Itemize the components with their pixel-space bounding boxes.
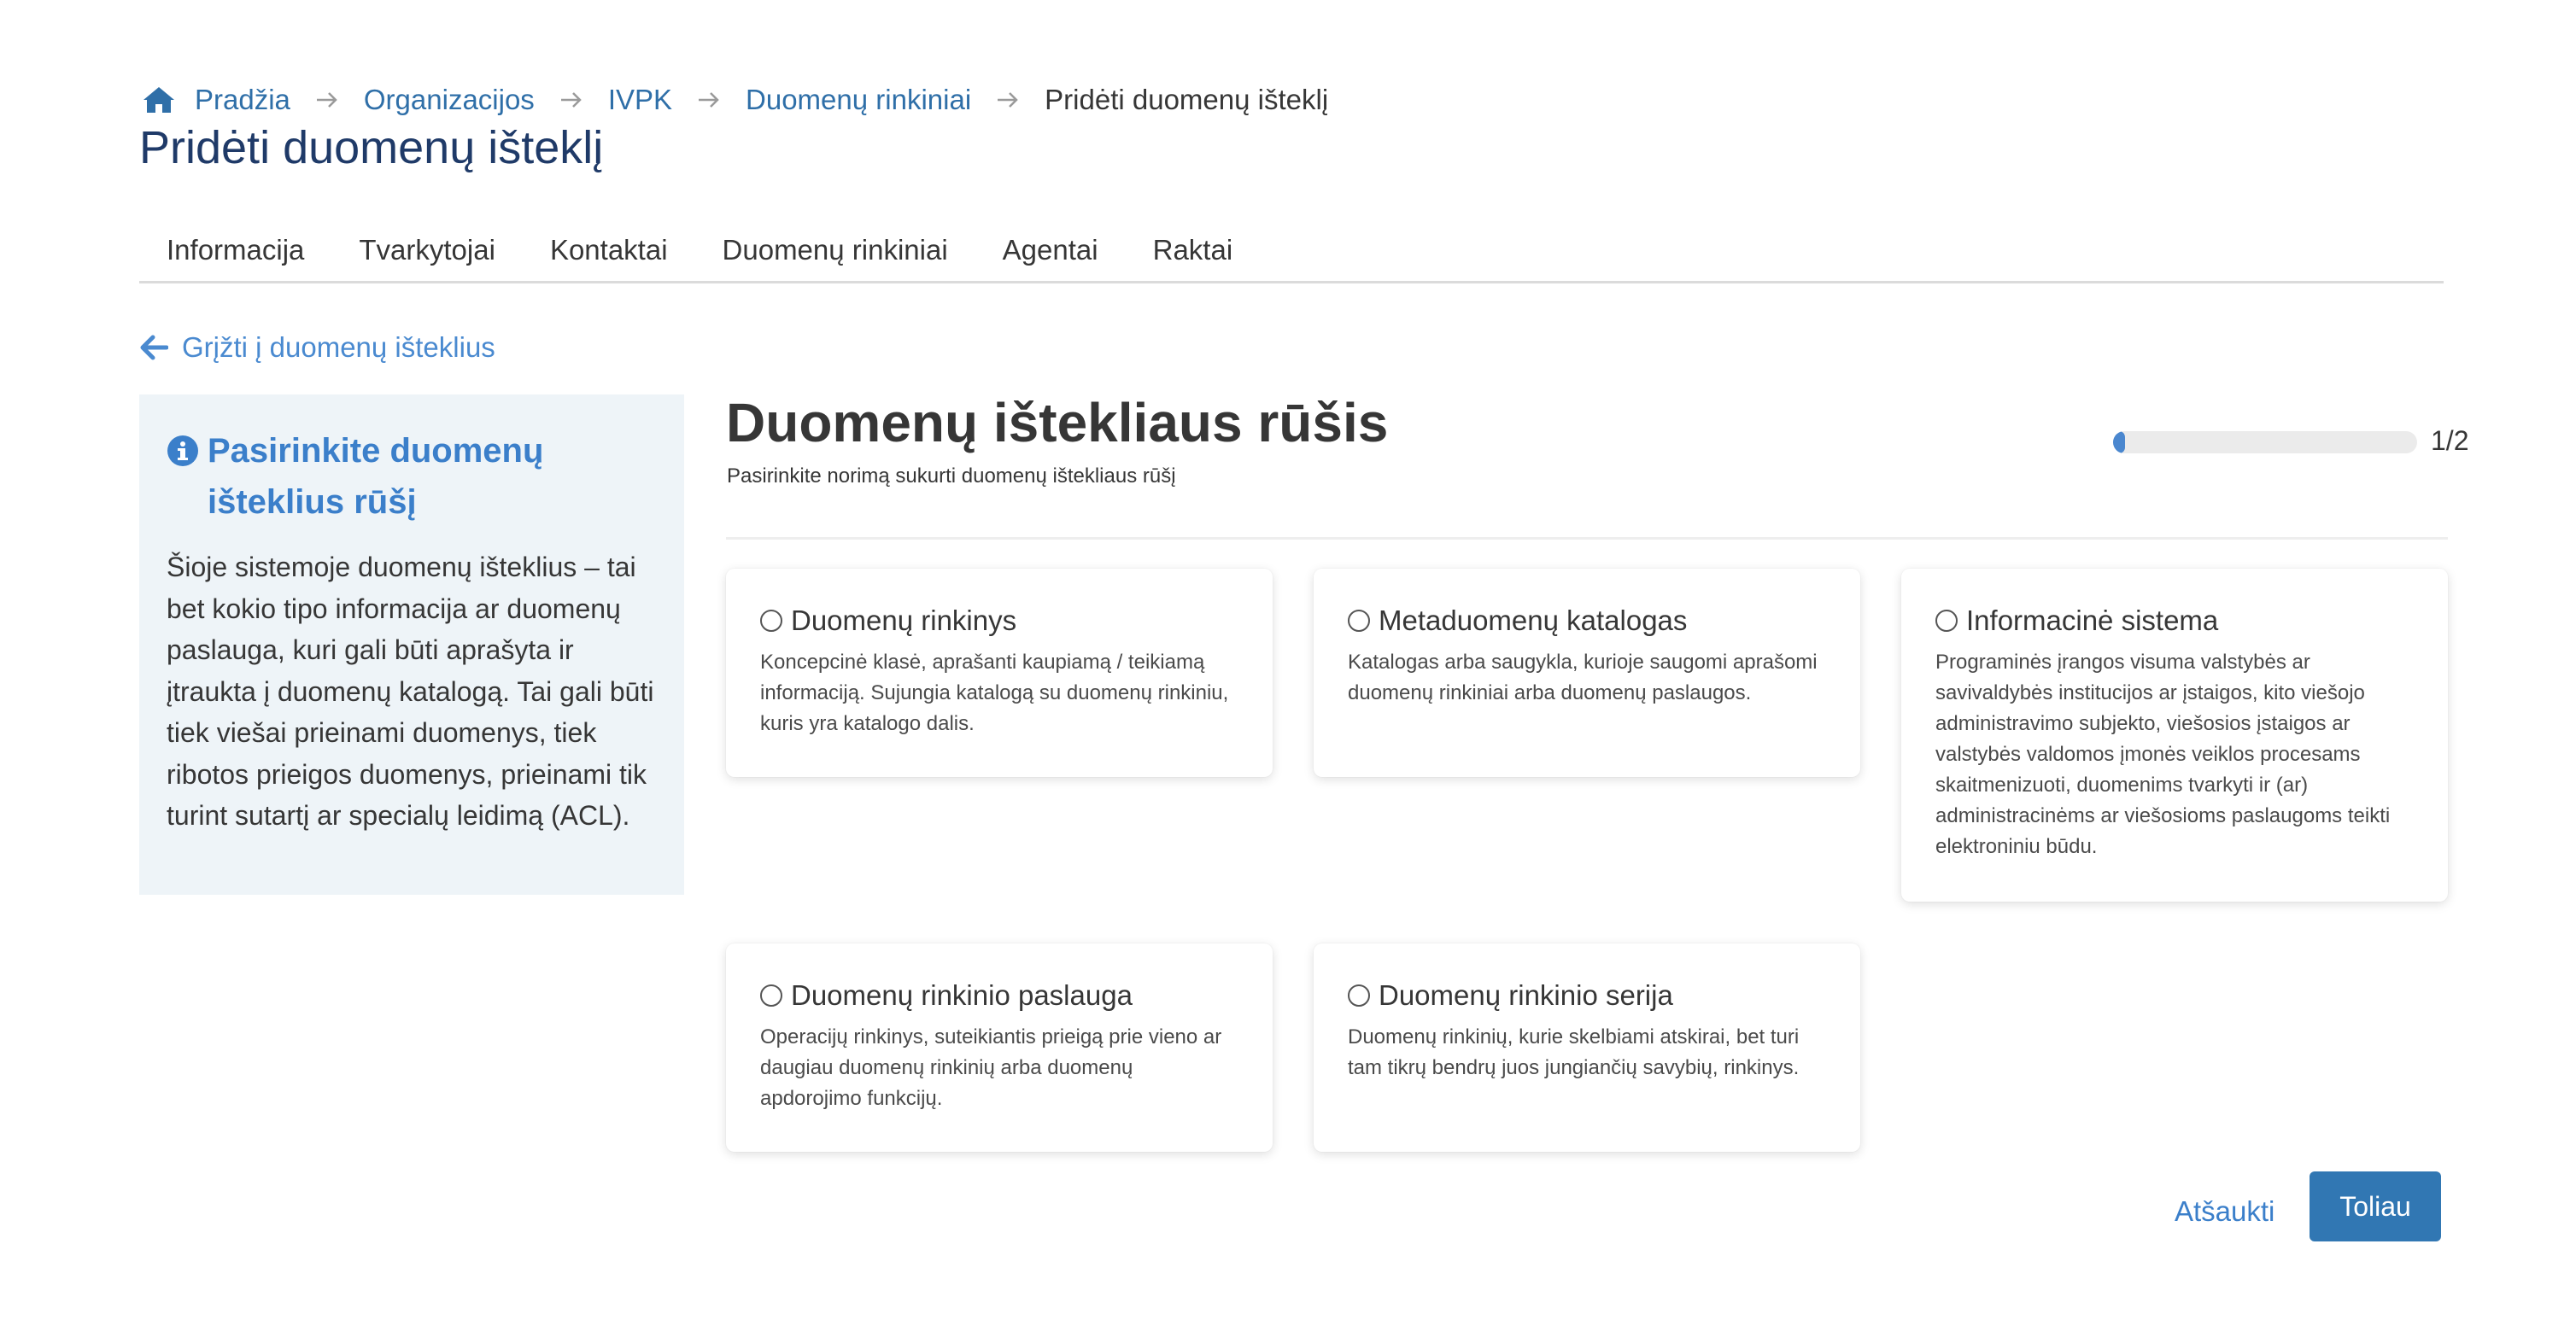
arrow-right-icon [698,91,720,108]
radio-information-system[interactable] [1935,610,1958,632]
breadcrumb-link-ivpk[interactable]: IVPK [608,84,672,116]
info-panel-title-text: Pasirinkite duomenų išteklius rūšį [208,432,544,521]
back-link-label: Grįžti į duomenų išteklius [182,331,495,363]
info-panel-title: Pasirinkite duomenų išteklius rūšį [167,425,657,528]
radio-metadata-catalog[interactable] [1348,610,1370,632]
tab-bar: Informacija Tvarkytojai Kontaktai Duomen… [139,232,2444,283]
breadcrumb: Pradžia Organizacijos IVPK Duomenų rinki… [142,84,1328,116]
section-subtitle: Pasirinkite norimą sukurti duomenų ištek… [727,464,1176,488]
progress-step-label: 1/2 [2431,425,2469,456]
breadcrumb-current: Pridėti duomenų išteklį [1045,84,1329,115]
radio-dataset-service[interactable] [760,984,782,1007]
arrow-right-icon [316,91,338,108]
tab-datasets[interactable]: Duomenų rinkiniai [695,232,975,281]
info-panel: Pasirinkite duomenų išteklius rūšį Šioje… [139,394,684,895]
progress-bar [2113,431,2417,453]
option-title: Duomenų rinkinio serija [1379,979,1673,1011]
option-title: Informacinė sistema [1966,605,2219,636]
option-card-information-system[interactable]: Informacinė sistema Programinės įrangos … [1901,569,2448,902]
tab-agents[interactable]: Agentai [975,232,1126,281]
option-description: Koncepcinė klasė, aprašanti kaupiamą / t… [760,651,1229,735]
tab-managers[interactable]: Tvarkytojai [331,232,523,281]
arrow-left-icon [140,335,168,360]
home-icon[interactable] [142,85,176,114]
tab-contacts[interactable]: Kontaktai [523,232,695,281]
option-description: Duomenų rinkinių, kurie skelbiami atskir… [1348,1025,1800,1079]
option-card-dataset-series[interactable]: Duomenų rinkinio serija Duomenų rinkinių… [1314,943,1860,1152]
next-button[interactable]: Toliau [2310,1171,2441,1241]
breadcrumb-home-link[interactable]: Pradžia [195,84,290,116]
option-title: Metaduomenų katalogas [1379,605,1688,636]
option-title: Duomenų rinkinys [791,605,1017,636]
option-description: Katalogas arba saugykla, kurioje saugomi… [1348,651,1818,704]
option-card-dataset[interactable]: Duomenų rinkinys Koncepcinė klasė, apraš… [726,569,1273,777]
radio-dataset-series[interactable] [1348,984,1370,1007]
arrow-right-icon [997,91,1019,108]
option-description: Operacijų rinkinys, suteikiantis prieigą… [760,1025,1222,1110]
option-card-metadata-catalog[interactable]: Metaduomenų katalogas Katalogas arba sau… [1314,569,1860,777]
info-panel-text: Šioje sistemoje duomenų išteklius – tai … [167,552,654,831]
divider [726,537,2448,540]
radio-dataset[interactable] [760,610,782,632]
info-icon [167,435,198,466]
section-title: Duomenų ištekliaus rūšis [726,392,1389,453]
option-description: Programinės įrangos visuma valstybės ar … [1935,651,2391,858]
page-title: Pridėti duomenų išteklį [139,122,604,173]
arrow-right-icon [560,91,583,108]
cancel-button[interactable]: Atšaukti [2175,1195,2274,1228]
progress-bar-fill [2113,431,2126,453]
tab-keys[interactable]: Raktai [1126,232,1261,281]
breadcrumb-link-organizations[interactable]: Organizacijos [364,84,535,116]
back-link[interactable]: Grįžti į duomenų išteklius [139,331,495,364]
option-card-dataset-service[interactable]: Duomenų rinkinio paslauga Operacijų rink… [726,943,1273,1152]
breadcrumb-link-datasets[interactable]: Duomenų rinkiniai [746,84,971,116]
tab-information[interactable]: Informacija [139,232,331,281]
option-title: Duomenų rinkinio paslauga [791,979,1133,1011]
